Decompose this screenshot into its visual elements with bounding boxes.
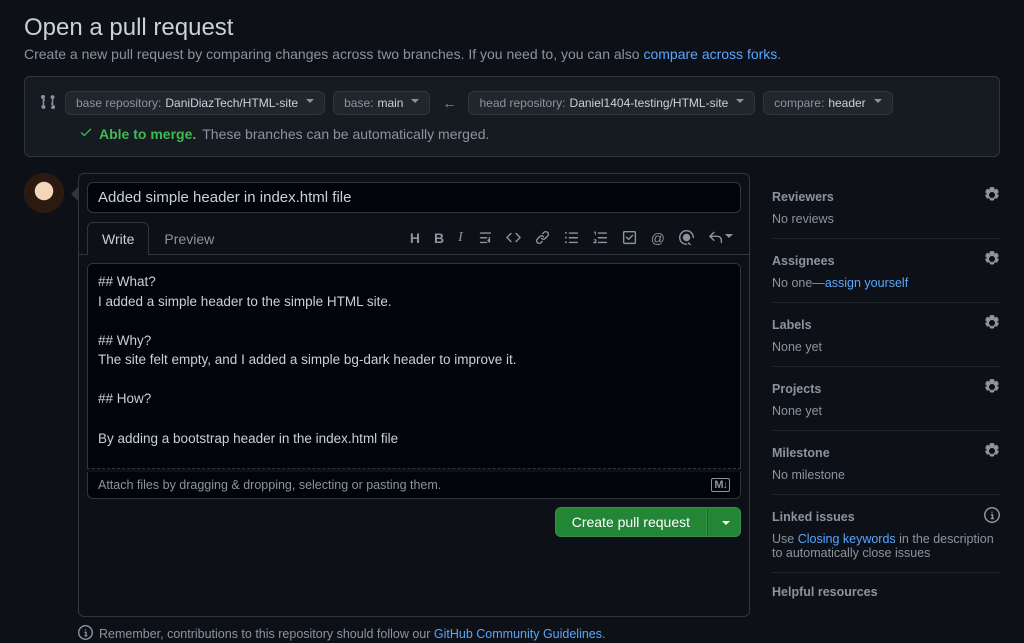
assignees-title: Assignees xyxy=(772,254,835,268)
gear-icon[interactable] xyxy=(984,379,1000,398)
comment-form: Write Preview H B I xyxy=(78,173,750,617)
info-icon xyxy=(78,625,93,643)
gear-icon[interactable] xyxy=(984,443,1000,462)
closing-keywords-link[interactable]: Closing keywords xyxy=(798,532,896,546)
info-icon[interactable] xyxy=(984,507,1000,526)
avatar xyxy=(24,173,64,213)
compare-forks-link[interactable]: compare across forks xyxy=(643,46,777,62)
projects-body: None yet xyxy=(772,404,1000,418)
reply-icon[interactable] xyxy=(708,230,733,246)
link-icon[interactable] xyxy=(535,230,550,246)
list-ul-icon[interactable] xyxy=(564,230,579,246)
pr-body-textarea[interactable] xyxy=(87,263,741,469)
arrow-left-icon: ← xyxy=(438,95,460,111)
git-compare-icon xyxy=(39,94,57,113)
heading-icon[interactable]: H xyxy=(410,230,420,246)
bold-icon[interactable]: B xyxy=(434,230,444,246)
sidebar: Reviewers No reviews Assignees No one—as… xyxy=(772,173,1000,617)
page-title: Open a pull request xyxy=(24,14,1000,42)
linked-body: Use Closing keywords in the description … xyxy=(772,532,1000,560)
markdown-icon[interactable]: M↓ xyxy=(711,478,730,492)
assign-yourself-link[interactable]: assign yourself xyxy=(825,276,908,290)
gear-icon[interactable] xyxy=(984,187,1000,206)
milestone-title: Milestone xyxy=(772,446,830,460)
tab-preview[interactable]: Preview xyxy=(149,222,229,255)
footer-note: Remember, contributions to this reposito… xyxy=(24,617,1000,643)
create-pr-button[interactable]: Create pull request xyxy=(555,507,707,537)
labels-title: Labels xyxy=(772,318,812,332)
attach-hint[interactable]: Attach files by dragging & dropping, sel… xyxy=(87,472,741,499)
gear-icon[interactable] xyxy=(984,315,1000,334)
reviewers-title: Reviewers xyxy=(772,190,834,204)
list-ol-icon[interactable] xyxy=(593,230,608,246)
milestone-body: No milestone xyxy=(772,468,1000,482)
reference-icon[interactable] xyxy=(679,230,694,246)
merge-status: Able to merge. These branches can be aut… xyxy=(39,115,985,142)
guidelines-link[interactable]: GitHub Community Guidelines xyxy=(434,627,602,641)
base-branch-dropdown[interactable]: base: main xyxy=(333,91,430,115)
helpful-title: Helpful resources xyxy=(772,585,878,599)
tab-write[interactable]: Write xyxy=(87,222,149,255)
reviewers-body: No reviews xyxy=(772,212,1000,226)
md-toolbar: H B I @ xyxy=(410,230,741,246)
labels-body: None yet xyxy=(772,340,1000,354)
head-repo-dropdown[interactable]: head repository: Daniel1404-testing/HTML… xyxy=(468,91,755,115)
linked-title: Linked issues xyxy=(772,510,855,524)
compare-branch-dropdown[interactable]: compare: header xyxy=(763,91,892,115)
pr-title-input[interactable] xyxy=(87,182,741,213)
check-icon xyxy=(79,125,93,142)
assignees-body: No one—assign yourself xyxy=(772,276,1000,290)
create-pr-dropdown[interactable] xyxy=(707,507,741,537)
italic-icon[interactable]: I xyxy=(458,230,463,246)
page-subtitle: Create a new pull request by comparing c… xyxy=(24,46,1000,62)
tasklist-icon[interactable] xyxy=(622,230,637,246)
quote-icon[interactable] xyxy=(477,230,492,246)
base-repo-dropdown[interactable]: base repository: DaniDiazTech/HTML-site xyxy=(65,91,325,115)
projects-title: Projects xyxy=(772,382,821,396)
gear-icon[interactable] xyxy=(984,251,1000,270)
mention-icon[interactable]: @ xyxy=(651,230,665,246)
branch-compare-box: base repository: DaniDiazTech/HTML-site … xyxy=(24,76,1000,157)
code-icon[interactable] xyxy=(506,230,521,246)
